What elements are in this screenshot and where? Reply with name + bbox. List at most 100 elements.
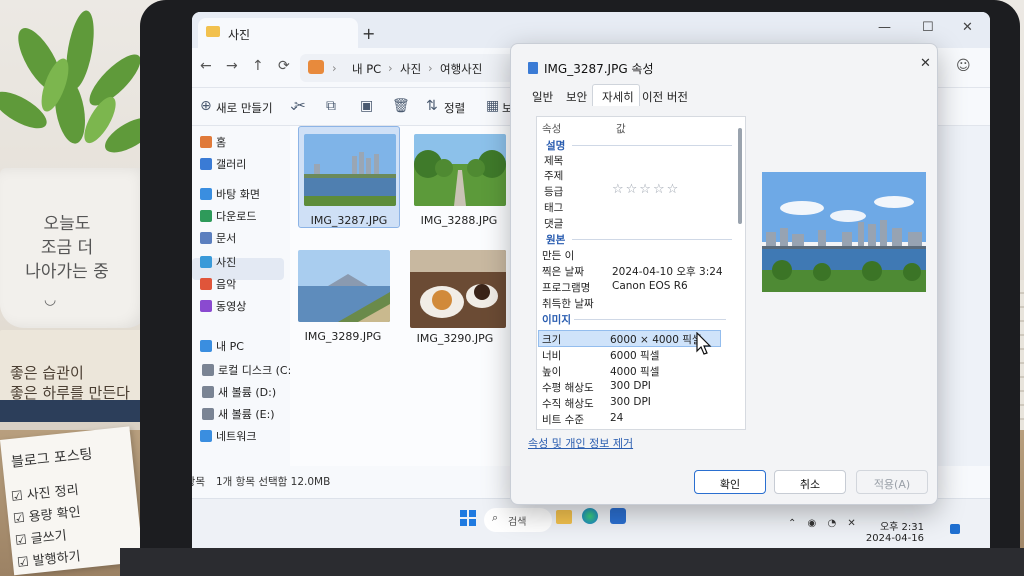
new-icon: ⊕: [200, 98, 212, 114]
mug-line: 조금 더: [40, 238, 94, 258]
tab-previous-versions[interactable]: 이전 버전: [642, 89, 688, 105]
thumbnail-img-3288[interactable]: [414, 134, 506, 206]
notification-icon[interactable]: [950, 524, 960, 534]
property-value[interactable]: Canon EOS R6: [612, 280, 688, 292]
sidebar-item-label[interactable]: 새 볼륨 (D:): [218, 384, 276, 400]
property-label[interactable]: 수평 해상도: [542, 380, 594, 395]
property-value[interactable]: 4000 픽셀: [610, 364, 659, 379]
property-label[interactable]: 태그: [544, 200, 563, 215]
pictures-icon: [200, 256, 212, 268]
minimize-button[interactable]: —: [878, 20, 891, 35]
property-label[interactable]: 비트 수준: [542, 412, 584, 427]
sidebar-item-label[interactable]: 로컬 디스크 (C:): [218, 362, 296, 378]
sidebar-item-label[interactable]: 홈: [216, 134, 226, 150]
property-value[interactable]: 300 DPI: [610, 380, 651, 392]
sidebar-item-label[interactable]: 다운로드: [216, 208, 256, 224]
forward-button[interactable]: →: [226, 58, 238, 74]
cut-icon[interactable]: ✂: [294, 98, 306, 114]
laptop-keyboard: [120, 548, 1024, 576]
property-label[interactable]: 주제: [544, 168, 563, 183]
windows-start-icon[interactable]: [460, 510, 476, 526]
new-button[interactable]: 새로 만들기: [216, 100, 273, 116]
mug-line: 나아가는 중: [25, 262, 109, 282]
tab-title: 사진: [228, 28, 251, 42]
maximize-button[interactable]: ☐: [922, 20, 934, 35]
property-label[interactable]: 수직 해상도: [542, 396, 594, 411]
file-name[interactable]: IMG_3289.JPG: [288, 330, 398, 343]
pc-icon: [200, 340, 212, 352]
refresh-button[interactable]: ⟳: [278, 58, 290, 74]
property-value[interactable]: 300 DPI: [610, 396, 651, 408]
search-icon: ⌕: [492, 511, 499, 524]
network-icon: [200, 430, 212, 442]
back-button[interactable]: ←: [200, 58, 212, 74]
copy-icon[interactable]: ⧉: [326, 98, 336, 114]
property-label[interactable]: 등급: [544, 184, 563, 199]
cancel-button[interactable]: 취소: [774, 470, 846, 494]
sidebar-item-label[interactable]: 음악: [216, 276, 236, 292]
edge-taskbar-icon[interactable]: [582, 508, 598, 524]
property-value[interactable]: 24: [610, 412, 623, 424]
column-header-value[interactable]: 값: [616, 121, 626, 136]
sidebar-item-label[interactable]: 네트워크: [216, 428, 256, 444]
tab-details[interactable]: 자세히: [602, 89, 634, 105]
delete-icon[interactable]: 🗑: [392, 98, 410, 114]
property-label[interactable]: 제목: [544, 153, 563, 168]
section-divider: [572, 145, 732, 146]
tab-pictures[interactable]: 사진: [198, 18, 358, 48]
new-tab-button[interactable]: +: [362, 24, 375, 43]
file-name[interactable]: IMG_3288.JPG: [404, 214, 514, 227]
up-button[interactable]: ↑: [252, 58, 264, 74]
photos-taskbar-icon[interactable]: [610, 508, 626, 524]
selection-info: 1개 항목 선택함 12.0MB: [216, 476, 331, 488]
property-label[interactable]: 크기: [542, 332, 561, 347]
sidebar-item-label[interactable]: 새 볼륨 (E:): [218, 406, 275, 422]
property-value[interactable]: 6000 × 4000 픽셀: [610, 332, 702, 347]
close-window-button[interactable]: ✕: [962, 20, 973, 35]
property-label[interactable]: 만든 이: [542, 248, 574, 263]
thumbnail-img-3289[interactable]: [298, 250, 390, 322]
search-label: 검색: [508, 517, 527, 528]
dialog-close-button[interactable]: ✕: [920, 56, 931, 71]
breadcrumb-travel[interactable]: 여행사진: [440, 61, 482, 77]
file-name[interactable]: IMG_3290.JPG: [400, 332, 510, 345]
sidebar-item-label[interactable]: 동영상: [216, 298, 246, 314]
column-header-property[interactable]: 속성: [542, 121, 561, 136]
rating-stars[interactable]: ☆☆☆☆☆: [612, 182, 680, 197]
section-description: 설명: [546, 140, 566, 152]
account-icon[interactable]: ☺: [956, 58, 971, 74]
breadcrumb-separator: ›: [332, 61, 337, 75]
checkbox-icon: ☑: [10, 488, 28, 505]
property-label[interactable]: 너비: [542, 348, 561, 363]
property-value[interactable]: 6000 픽셀: [610, 348, 659, 363]
sidebar-item-label[interactable]: 내 PC: [216, 338, 244, 354]
sidebar-item-label[interactable]: 사진: [216, 254, 236, 270]
system-tray-icons[interactable]: ⌃ ◉ ◔ ✕: [788, 518, 860, 529]
taskbar-clock[interactable]: 오후 2:31 2024-04-16: [864, 518, 924, 544]
property-label[interactable]: 취득한 날짜: [542, 296, 594, 311]
thumbnail-img-3290[interactable]: [410, 250, 506, 328]
thumbnail-img-3287[interactable]: [304, 134, 396, 206]
sidebar-item-label[interactable]: 문서: [216, 230, 236, 246]
file-explorer-taskbar-icon[interactable]: [556, 510, 572, 524]
property-value[interactable]: 2024-04-10 오후 3:24: [612, 264, 723, 279]
sidebar-item-label[interactable]: 바탕 화면: [216, 186, 260, 202]
breadcrumb-pc[interactable]: 내 PC: [352, 61, 381, 77]
remove-properties-link[interactable]: 속성 및 개인 정보 제거: [528, 435, 633, 451]
paste-icon[interactable]: ▣: [360, 98, 373, 114]
property-label[interactable]: 높이: [542, 364, 561, 379]
breadcrumb-pictures[interactable]: 사진: [400, 61, 421, 77]
apply-button[interactable]: 적용(A): [856, 470, 928, 494]
panel-scrollbar[interactable]: [738, 128, 742, 224]
file-name[interactable]: IMG_3287.JPG: [294, 214, 404, 227]
property-label[interactable]: 찍은 날짜: [542, 264, 584, 279]
sort-button[interactable]: 정렬: [444, 100, 465, 116]
tab-general[interactable]: 일반: [532, 89, 553, 105]
property-label[interactable]: 프로그램명: [542, 280, 590, 295]
clock-time: 오후 2:31: [879, 522, 924, 533]
property-label[interactable]: 댓글: [544, 216, 563, 231]
tab-security[interactable]: 보안: [566, 89, 587, 105]
view-icon: ▦: [486, 98, 500, 114]
sidebar-item-label[interactable]: 갤러리: [216, 156, 246, 172]
ok-button[interactable]: 확인: [694, 470, 766, 494]
